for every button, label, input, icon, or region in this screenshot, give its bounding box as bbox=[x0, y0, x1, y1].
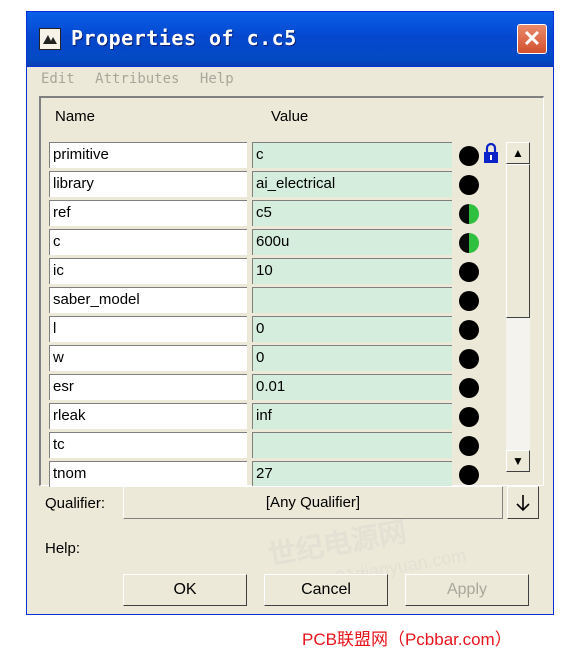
ok-button[interactable]: OK bbox=[123, 574, 247, 606]
menu-bar: Edit Attributes Help bbox=[41, 70, 250, 92]
visibility-indicator-icon[interactable] bbox=[459, 204, 479, 224]
property-value-cell[interactable]: c5 bbox=[252, 200, 452, 226]
visibility-indicator-icon[interactable] bbox=[459, 233, 479, 253]
menu-edit[interactable]: Edit bbox=[41, 71, 75, 87]
help-label: Help: bbox=[45, 540, 81, 557]
property-value-cell[interactable]: 600u bbox=[252, 229, 452, 255]
table-row: l0 bbox=[49, 316, 479, 343]
visibility-indicator-icon[interactable] bbox=[459, 349, 479, 369]
property-value-cell[interactable]: 0 bbox=[252, 316, 452, 342]
scroll-up-button[interactable]: ▲ bbox=[506, 142, 530, 164]
app-icon bbox=[39, 28, 61, 50]
close-button[interactable]: ✕ bbox=[517, 24, 547, 54]
table-row: esr 0.01 bbox=[49, 374, 479, 401]
property-name-cell[interactable]: rleak bbox=[49, 403, 247, 429]
property-name-cell[interactable]: w bbox=[49, 345, 247, 371]
visibility-indicator-icon[interactable] bbox=[459, 262, 479, 282]
menu-attributes[interactable]: Attributes bbox=[95, 71, 179, 87]
vertical-scrollbar[interactable]: ▲ ▼ bbox=[506, 142, 530, 472]
table-row: tc bbox=[49, 432, 479, 459]
property-name-cell[interactable]: library bbox=[49, 171, 247, 197]
window-title: Properties of c.c5 bbox=[71, 26, 297, 50]
property-value-cell[interactable]: 10 bbox=[252, 258, 452, 284]
visibility-indicator-icon[interactable] bbox=[459, 320, 479, 340]
property-name-cell[interactable]: c bbox=[49, 229, 247, 255]
visibility-indicator-icon[interactable] bbox=[459, 465, 479, 485]
property-value-cell[interactable] bbox=[252, 287, 452, 313]
property-name-cell[interactable]: tc bbox=[49, 432, 247, 458]
property-name-cell[interactable]: tnom bbox=[49, 461, 247, 487]
menu-help[interactable]: Help bbox=[200, 71, 234, 87]
property-value-cell[interactable]: inf bbox=[252, 403, 452, 429]
visibility-indicator-icon[interactable] bbox=[459, 175, 479, 195]
property-name-cell[interactable]: esr bbox=[49, 374, 247, 400]
table-row: w0 bbox=[49, 345, 479, 372]
scroll-down-button[interactable]: ▼ bbox=[506, 450, 530, 472]
apply-button[interactable]: Apply bbox=[405, 574, 529, 606]
property-value-cell[interactable]: 0 bbox=[252, 345, 452, 371]
table-row: saber_model bbox=[49, 287, 479, 314]
visibility-indicator-icon[interactable] bbox=[459, 378, 479, 398]
qualifier-field[interactable]: [Any Qualifier] bbox=[123, 486, 503, 519]
arrow-down-icon bbox=[516, 495, 530, 512]
property-value-cell[interactable]: 0.01 bbox=[252, 374, 452, 400]
visibility-indicator-icon[interactable] bbox=[459, 436, 479, 456]
scroll-thumb[interactable] bbox=[506, 164, 530, 318]
qualifier-dropdown-button[interactable] bbox=[507, 486, 539, 519]
table-row: library ai_electrical bbox=[49, 171, 479, 198]
visibility-indicator-icon[interactable] bbox=[459, 407, 479, 427]
table-row: rleak inf bbox=[49, 403, 479, 430]
table-row: c 600u bbox=[49, 229, 479, 256]
qualifier-label: Qualifier: bbox=[45, 495, 106, 512]
footer-credit: PCB联盟网（Pcbbar.com） bbox=[302, 630, 512, 649]
property-value-cell[interactable] bbox=[252, 432, 452, 458]
table-row: ref c5 bbox=[49, 200, 479, 227]
property-value-cell[interactable]: c bbox=[252, 142, 452, 168]
property-value-cell[interactable]: 27 bbox=[252, 461, 452, 487]
property-value-cell[interactable]: ai_electrical bbox=[252, 171, 452, 197]
properties-dialog: Properties of c.c5 ✕ Edit Attributes Hel… bbox=[26, 11, 554, 615]
table-row: ic 10 bbox=[49, 258, 479, 285]
table-row: tnom 27 bbox=[49, 461, 479, 488]
property-name-cell[interactable]: ref bbox=[49, 200, 247, 226]
property-name-cell[interactable]: primitive bbox=[49, 142, 247, 168]
cancel-button[interactable]: Cancel bbox=[264, 574, 388, 606]
property-name-cell[interactable]: l bbox=[49, 316, 247, 342]
lock-icon[interactable] bbox=[483, 142, 499, 164]
visibility-indicator-icon[interactable] bbox=[459, 291, 479, 311]
property-name-cell[interactable]: saber_model bbox=[49, 287, 247, 313]
table-row: primitive c bbox=[49, 142, 498, 169]
property-name-cell[interactable]: ic bbox=[49, 258, 247, 284]
visibility-indicator-icon[interactable] bbox=[459, 146, 479, 166]
column-header-name: Name bbox=[55, 108, 96, 125]
column-header-value: Value bbox=[271, 108, 309, 125]
title-bar[interactable]: Properties of c.c5 ✕ bbox=[27, 12, 553, 67]
properties-table: Name Value primitive c library ai_electrica… bbox=[39, 96, 544, 488]
